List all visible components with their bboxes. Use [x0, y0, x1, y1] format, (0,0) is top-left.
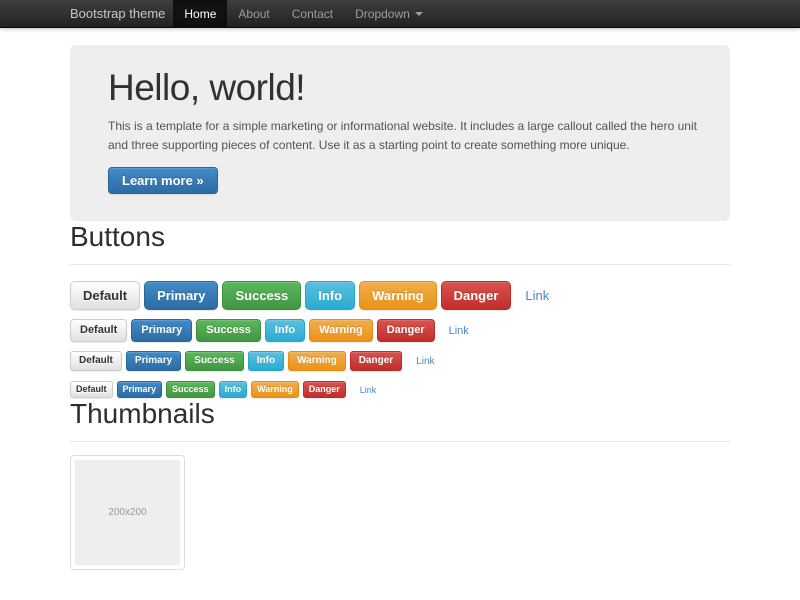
button-link-md[interactable]: Link: [449, 325, 469, 337]
button-info-lg[interactable]: Info: [305, 281, 355, 310]
button-default-xs[interactable]: Default: [70, 381, 113, 398]
learn-more-button[interactable]: Learn more »: [108, 167, 218, 194]
button-danger-lg[interactable]: Danger: [441, 281, 512, 310]
caret-down-icon: [415, 12, 423, 16]
hero-title: Hello, world!: [108, 67, 700, 108]
button-row-large: DefaultPrimarySuccessInfoWarningDanger Li…: [70, 281, 730, 310]
button-warning-lg[interactable]: Warning: [359, 281, 437, 310]
button-info-md[interactable]: Info: [265, 319, 305, 342]
button-danger-md[interactable]: Danger: [377, 319, 435, 342]
button-warning-xs[interactable]: Warning: [251, 381, 299, 398]
nav-item-dropdown[interactable]: Dropdown: [344, 0, 434, 28]
hero-description: This is a template for a simple marketin…: [108, 117, 700, 155]
thumbnail: 200x200: [70, 455, 185, 570]
navbar-brand[interactable]: Bootstrap theme: [70, 0, 165, 28]
thumbnail-placeholder-image: 200x200: [75, 460, 180, 565]
nav-item-home[interactable]: Home: [173, 0, 227, 28]
nav-item-about[interactable]: About: [227, 0, 280, 28]
buttons-section-title: Buttons: [70, 221, 730, 265]
button-success-lg[interactable]: Success: [222, 281, 301, 310]
button-warning-md[interactable]: Warning: [309, 319, 373, 342]
hero-unit: Hello, world! This is a template for a s…: [70, 45, 730, 221]
button-danger-xs[interactable]: Danger: [303, 381, 346, 398]
button-row-default: DefaultPrimarySuccessInfoWarningDanger Li…: [70, 319, 730, 342]
main-container: Hello, world! This is a template for a s…: [70, 45, 730, 570]
nav-item-contact[interactable]: Contact: [281, 0, 344, 28]
navbar-inner: Bootstrap theme Home About Contact Dropd…: [70, 0, 730, 28]
button-primary-lg[interactable]: Primary: [144, 281, 218, 310]
button-row-small: DefaultPrimarySuccessInfoWarningDanger Li…: [70, 351, 730, 371]
button-success-md[interactable]: Success: [196, 319, 261, 342]
button-info-xs[interactable]: Info: [219, 381, 248, 398]
button-link-sm[interactable]: Link: [416, 356, 434, 367]
button-danger-sm[interactable]: Danger: [350, 351, 402, 371]
button-primary-xs[interactable]: Primary: [117, 381, 163, 398]
button-warning-sm[interactable]: Warning: [288, 351, 346, 371]
button-link-lg[interactable]: Link: [525, 288, 549, 303]
button-link-xs[interactable]: Link: [360, 385, 377, 395]
thumbnails-section-title: Thumbnails: [70, 398, 730, 442]
button-info-sm[interactable]: Info: [248, 351, 284, 371]
button-primary-md[interactable]: Primary: [131, 319, 192, 342]
button-success-sm[interactable]: Success: [185, 351, 244, 371]
button-primary-sm[interactable]: Primary: [126, 351, 181, 371]
navbar: Bootstrap theme Home About Contact Dropd…: [0, 0, 800, 28]
button-default-md[interactable]: Default: [70, 319, 127, 342]
button-default-sm[interactable]: Default: [70, 351, 122, 371]
button-success-xs[interactable]: Success: [166, 381, 215, 398]
button-row-xsmall: DefaultPrimarySuccessInfoWarningDanger Li…: [70, 381, 730, 398]
nav-item-dropdown-label: Dropdown: [355, 0, 410, 28]
thumbnail-row: 200x200: [70, 455, 730, 570]
button-default-lg[interactable]: Default: [70, 281, 140, 310]
